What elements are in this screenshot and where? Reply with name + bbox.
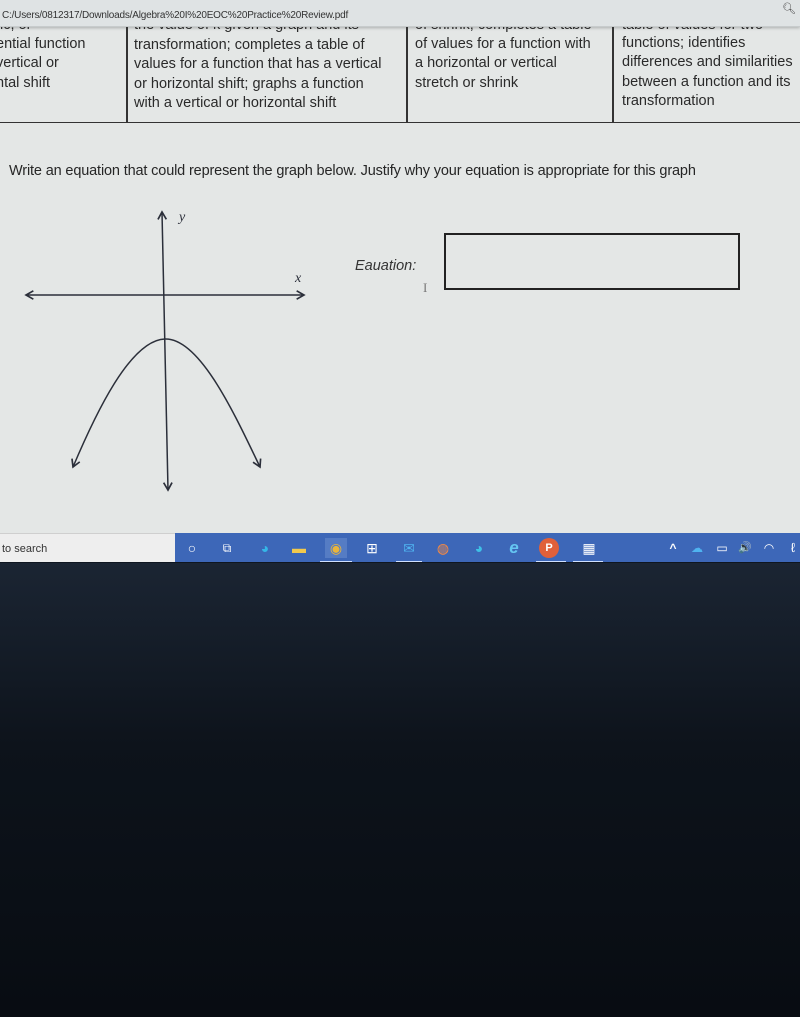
table-divider (612, 27, 614, 122)
powerpoint-icon[interactable]: P (539, 538, 559, 558)
cell-line: the value of k given a graph and its (134, 27, 404, 36)
edge-icon[interactable]: ◕ (254, 538, 276, 558)
internet-explorer-icon[interactable]: e (503, 538, 525, 558)
taskbar: to search ○ ⧉ ◕ ▬ ◉ ⊞ ✉ ◍ ◕ e P ▦ ^ ☁ ▭ … (0, 533, 800, 562)
cortana-icon[interactable]: ○ (181, 538, 203, 558)
onedrive-icon[interactable]: ☁ (686, 538, 708, 558)
y-axis-label: y (177, 210, 186, 225)
volume-icon[interactable]: 🔊 (734, 538, 756, 558)
rubric-cell-3: of shrink; completes a table of values f… (415, 27, 613, 122)
active-app-indicator (573, 561, 603, 562)
y-axis (157, 210, 173, 492)
active-app-indicator (320, 561, 352, 562)
cell-line: transformation (622, 93, 715, 109)
active-app-indicator (396, 561, 422, 562)
store-icon[interactable]: ⊞ (361, 538, 383, 558)
wifi-icon[interactable]: ◠ (758, 538, 780, 558)
cell-line: stretch or shrink (415, 74, 519, 91)
screen: C:/Users/0812317/Downloads/Algebra%20I%2… (0, 0, 800, 562)
question-prompt: Write an equation that could represent t… (9, 163, 696, 179)
laptop-bezel (0, 563, 800, 1017)
equation-input[interactable] (444, 233, 740, 290)
taskbar-search[interactable]: to search (0, 533, 175, 562)
pen-icon[interactable]: ℓ (782, 538, 800, 558)
table-divider (126, 27, 128, 122)
search-placeholder: to search (2, 543, 48, 555)
cell-line: differences and similarities (622, 54, 793, 70)
rubric-cell-2: the value of k given a graph and its tra… (134, 27, 404, 122)
url-text[interactable]: C:/Users/0812317/Downloads/Algebra%20I%2… (2, 10, 348, 21)
rubric-table: tic, or ential function vertical or ntal… (0, 27, 800, 123)
cell-line: between a function and its (622, 73, 791, 90)
table-divider (406, 27, 408, 122)
file-explorer-icon[interactable]: ▬ (288, 538, 310, 558)
calculator-icon[interactable]: ▦ (578, 538, 600, 558)
cell-line: with a vertical or horizontal shift (134, 95, 337, 111)
zoom-in-icon[interactable]: 🔍︎ (782, 2, 796, 16)
cell-line: ntal shift (0, 74, 50, 91)
address-bar[interactable]: C:/Users/0812317/Downloads/Algebra%20I%2… (0, 0, 800, 27)
cell-line: or horizontal shift; graphs a function (134, 75, 364, 92)
task-view-icon[interactable]: ⧉ (216, 538, 238, 558)
cell-line: of values for a function with (415, 35, 591, 52)
text-cursor-icon: I (423, 280, 428, 295)
battery-icon[interactable]: ▭ (711, 538, 733, 558)
mail-icon[interactable]: ✉ (398, 538, 420, 558)
cell-line: values for a function that has a vertica… (134, 56, 382, 72)
edge-new-icon[interactable]: ◕ (468, 538, 490, 558)
cell-line: transformation; completes a table of (134, 36, 365, 53)
cell-line: a horizontal or vertical (415, 55, 557, 71)
x-axis-label: x (294, 271, 302, 286)
chrome-icon[interactable]: ◉ (325, 538, 347, 558)
parabola-graph: y x (24, 210, 306, 492)
chevron-up-icon[interactable]: ^ (662, 538, 684, 558)
cell-line: functions; identifies (622, 34, 746, 51)
rubric-cell-1: tic, or ential function vertical or ntal… (0, 27, 121, 122)
firefox-icon[interactable]: ◍ (432, 538, 454, 558)
equation-label: Eauation: (355, 258, 417, 274)
active-app-indicator (536, 561, 566, 562)
cell-line: ential function (0, 35, 86, 52)
rubric-cell-4: table of values for two functions; ident… (622, 27, 800, 122)
cell-line: vertical or (0, 55, 59, 71)
